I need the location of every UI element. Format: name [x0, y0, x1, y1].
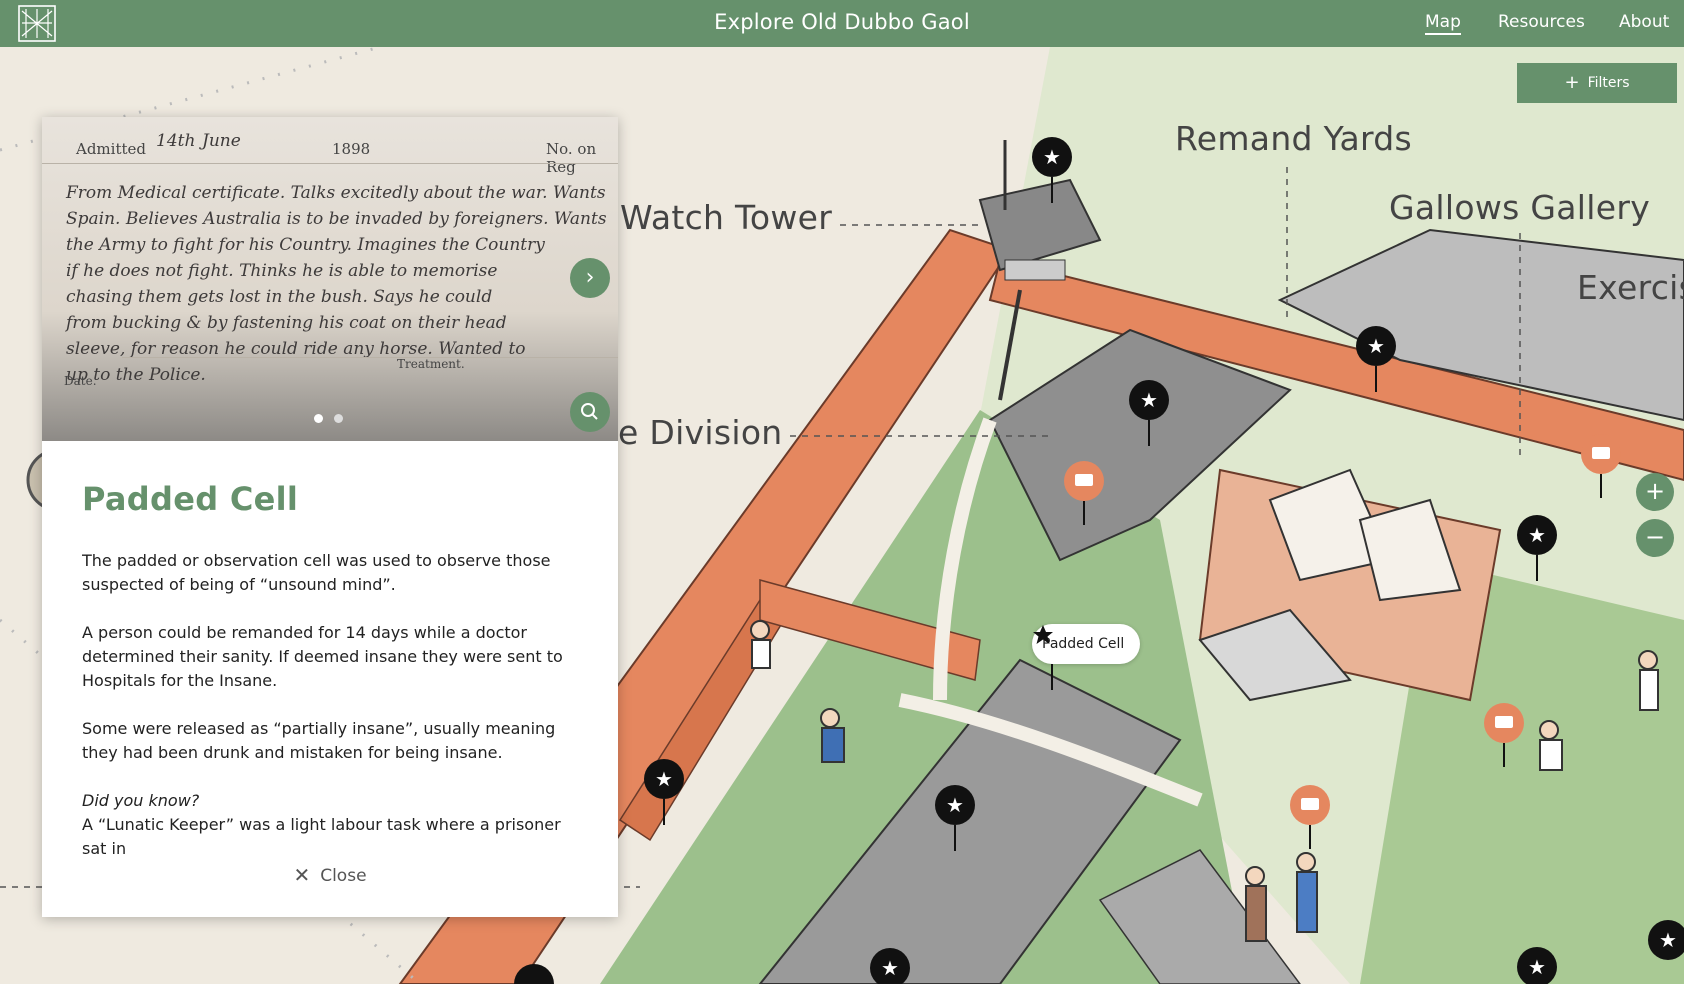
handwriting-line: Spain. Believes Australia is to be invad… [66, 209, 607, 229]
plus-icon: + [1564, 72, 1580, 93]
info-panel: Admitted 14th June 1898 No. on Reg From … [42, 117, 618, 917]
photo-treatment-label: Treatment. [397, 357, 465, 371]
svg-text:★: ★ [1367, 334, 1385, 358]
carousel-dot-2[interactable] [334, 414, 343, 423]
zoom-in-button[interactable]: + [1636, 473, 1674, 511]
handwriting-line: sleeve, for reason he could ride any hor… [66, 339, 526, 359]
carousel-dot-1[interactable] [314, 414, 323, 423]
svg-text:★: ★ [1659, 928, 1677, 952]
panel-title: Padded Cell [82, 480, 299, 518]
nav-map[interactable]: Map [1425, 12, 1461, 35]
chevron-right-icon: › [585, 265, 595, 290]
did-you-know-heading: Did you know? [82, 791, 200, 810]
label-exercise[interactable]: Exercis [1577, 268, 1684, 307]
handwriting-line: From Medical certificate. Talks excitedl… [66, 183, 606, 203]
close-label: Close [320, 866, 367, 886]
svg-text:★: ★ [946, 793, 964, 817]
nav-about[interactable]: About [1619, 12, 1669, 32]
filters-label: Filters [1587, 75, 1630, 91]
nav-resources[interactable]: Resources [1498, 12, 1585, 32]
svg-text:★: ★ [655, 767, 673, 791]
did-you-know-text: A “Lunatic Keeper” was a light labour ta… [82, 815, 561, 855]
filters-button[interactable]: + Filters [1517, 63, 1677, 103]
handwriting-line: from bucking & by fastening his coat on … [66, 313, 507, 333]
close-button[interactable]: ✕ Close [42, 863, 618, 887]
enlarge-photo-button[interactable] [570, 392, 610, 432]
label-watch-tower[interactable]: Watch Tower [620, 198, 832, 237]
svg-text:★: ★ [1140, 388, 1158, 412]
close-icon: ✕ [293, 863, 311, 887]
top-bar: Explore Old Dubbo Gaol Map Resources Abo… [0, 0, 1684, 47]
label-remand-yards[interactable]: Remand Yards [1175, 119, 1412, 158]
handwriting-line: chasing them gets lost in the bush. Says… [66, 287, 493, 307]
star-icon [1033, 625, 1053, 644]
photo-day: 14th [156, 131, 196, 151]
photo-admitted: Admitted [76, 140, 146, 158]
photo-date-label: Date. [64, 374, 97, 388]
photo-carousel[interactable]: Admitted 14th June 1898 No. on Reg From … [42, 117, 618, 441]
svg-text:★: ★ [881, 956, 899, 980]
zoom-out-button[interactable]: − [1636, 519, 1674, 557]
selected-pin-label[interactable]: Padded Cell [1032, 624, 1141, 664]
selected-pin-name: Padded Cell [1042, 636, 1125, 652]
photo-month: June [202, 131, 241, 151]
photo-year: 1898 [332, 140, 371, 158]
description-paragraph: A person could be remanded for 14 days w… [82, 623, 563, 690]
description-paragraph: Some were released as “partially insane”… [82, 719, 556, 762]
magnifier-icon [581, 403, 598, 420]
handwriting-line: the Army to fight for his Country. Imagi… [66, 235, 545, 255]
svg-text:★: ★ [1043, 145, 1061, 169]
description-paragraph: The padded or observation cell was used … [82, 551, 551, 594]
carousel-next-button[interactable]: › [570, 258, 610, 298]
photo-reg-no: No. on Reg [546, 140, 597, 176]
handwriting-line: if he does not fight. Thinks he is able … [66, 261, 498, 281]
label-gallows-gallery[interactable]: Gallows Gallery [1389, 188, 1650, 227]
panel-description[interactable]: The padded or observation cell was used … [82, 549, 582, 855]
svg-text:★: ★ [1528, 523, 1546, 547]
svg-text:★: ★ [1528, 955, 1546, 979]
